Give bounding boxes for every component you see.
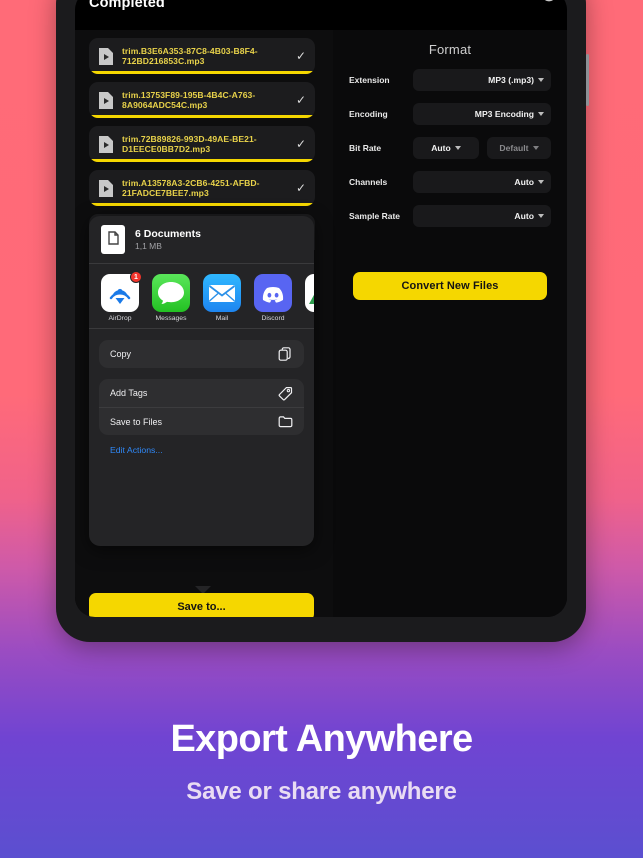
copy-icon bbox=[278, 346, 293, 362]
file-play-icon bbox=[98, 47, 114, 66]
messages-icon bbox=[152, 274, 190, 312]
share-target-label: Messages bbox=[155, 315, 187, 322]
format-label: Bit Rate bbox=[349, 143, 382, 153]
list-item[interactable]: trim.72B89826-993D-49AE-BE21-D1EECE0BB7D… bbox=[89, 126, 315, 162]
progress-bar bbox=[89, 159, 315, 162]
share-sheet-subtitle: 1,1 MB bbox=[135, 240, 162, 251]
file-name: trim.13753F89-195B-4B4C-A763-8A9064ADC54… bbox=[122, 89, 256, 111]
file-play-icon bbox=[98, 135, 114, 154]
progress-bar bbox=[89, 203, 315, 206]
format-row-bitrate: Bit Rate Auto Default bbox=[349, 137, 551, 159]
bitrate-value: Auto bbox=[431, 143, 451, 153]
share-target-messages[interactable]: Messages bbox=[152, 274, 190, 322]
chevron-down-icon bbox=[454, 146, 461, 150]
check-icon: ✓ bbox=[295, 181, 306, 195]
page-title: Completed bbox=[89, 0, 165, 11]
action-save-to-files[interactable]: Save to Files bbox=[99, 407, 304, 435]
share-actions-primary: Copy bbox=[99, 340, 304, 368]
format-row-channels: Channels Auto bbox=[349, 171, 551, 193]
discord-icon bbox=[254, 274, 292, 312]
list-item[interactable]: trim.B3E6A353-87C8-4B03-B8F4-712BD216853… bbox=[89, 38, 315, 74]
chevron-down-icon bbox=[538, 78, 544, 82]
play-circle-icon[interactable] bbox=[541, 0, 557, 2]
whatsapp-icon bbox=[305, 274, 314, 312]
action-label: Copy bbox=[110, 349, 132, 359]
file-name: trim.B3E6A353-87C8-4B03-B8F4-712BD216853… bbox=[122, 45, 258, 67]
format-row-samplerate: Sample Rate Auto bbox=[349, 205, 551, 227]
action-label: Add Tags bbox=[110, 388, 148, 398]
encoding-value: MP3 Encoding bbox=[474, 109, 534, 119]
mail-icon bbox=[203, 274, 241, 312]
share-sheet-header: 6 Documents 1,1 MB bbox=[89, 216, 314, 264]
share-app-row[interactable]: 1 AirDrop Messages Mail Discord bbox=[89, 264, 314, 329]
folder-icon bbox=[278, 414, 293, 429]
check-icon: ✓ bbox=[295, 93, 306, 107]
share-target-discord[interactable]: Discord bbox=[254, 274, 292, 322]
bitrate-quality-value: Default bbox=[499, 143, 529, 153]
extension-value: MP3 (.mp3) bbox=[488, 75, 534, 85]
navigation-bar: MP3 Converter Completed bbox=[75, 0, 567, 30]
samplerate-dropdown[interactable]: Auto bbox=[413, 205, 551, 227]
format-label: Channels bbox=[349, 177, 388, 187]
progress-bar bbox=[89, 115, 315, 118]
format-label: Sample Rate bbox=[349, 211, 401, 221]
chevron-down-icon bbox=[538, 214, 544, 218]
share-target-label: AirDrop bbox=[108, 315, 132, 322]
format-label: Encoding bbox=[349, 109, 388, 119]
file-play-icon bbox=[98, 179, 114, 198]
channels-dropdown[interactable]: Auto bbox=[413, 171, 551, 193]
chevron-down-icon bbox=[532, 146, 539, 150]
encoding-dropdown[interactable]: MP3 Encoding bbox=[413, 103, 551, 125]
bitrate-mode-dropdown[interactable]: Auto bbox=[413, 137, 479, 159]
share-target-whatsapp[interactable] bbox=[305, 274, 314, 322]
check-icon: ✓ bbox=[295, 137, 306, 151]
check-icon: ✓ bbox=[295, 49, 306, 63]
save-to-button[interactable]: Save to... bbox=[89, 593, 314, 617]
tablet-device-frame: MP3 Converter Completed bbox=[56, 0, 589, 642]
convert-new-files-button[interactable]: Convert New Files bbox=[353, 272, 547, 300]
share-target-label: Discord bbox=[261, 315, 285, 322]
list-item[interactable]: trim.13753F89-195B-4B4C-A763-8A9064ADC54… bbox=[89, 82, 315, 118]
chevron-down-icon bbox=[538, 112, 544, 116]
document-icon bbox=[101, 225, 125, 254]
list-item[interactable]: trim.A13578A3-2CB6-4251-AFBD-21FADCE7BEE… bbox=[89, 170, 315, 206]
samplerate-value: Auto bbox=[514, 211, 534, 221]
progress-bar bbox=[89, 71, 315, 74]
chevron-down-icon bbox=[538, 180, 544, 184]
file-play-icon bbox=[98, 91, 114, 110]
format-label: Extension bbox=[349, 75, 390, 85]
action-add-tags[interactable]: Add Tags bbox=[99, 379, 304, 407]
share-sheet-title: 6 Documents bbox=[135, 227, 201, 240]
file-name: trim.A13578A3-2CB6-4251-AFBD-21FADCE7BEE… bbox=[122, 177, 260, 199]
format-title: Format bbox=[428, 42, 472, 57]
share-target-airdrop[interactable]: 1 AirDrop bbox=[101, 271, 142, 322]
format-row-encoding: Encoding MP3 Encoding bbox=[349, 103, 551, 125]
edit-actions-link[interactable]: Edit Actions... bbox=[110, 445, 314, 455]
share-actions-secondary: Add Tags Save to Files bbox=[99, 379, 304, 435]
marketing-subheadline: Save or share anywhere bbox=[186, 778, 457, 805]
format-pane: Format Extension MP3 (.mp3) Encoding MP3… bbox=[333, 30, 567, 617]
tag-icon bbox=[278, 386, 293, 401]
bitrate-quality-dropdown[interactable]: Default bbox=[487, 137, 551, 159]
file-name: trim.72B89826-993D-49AE-BE21-D1EECE0BB7D… bbox=[122, 133, 257, 155]
share-sheet: 6 Documents 1,1 MB 1 AirDrop Messages Ma… bbox=[89, 216, 314, 546]
channels-value: Auto bbox=[514, 177, 534, 187]
share-target-mail[interactable]: Mail bbox=[203, 274, 241, 322]
airdrop-badge: 1 bbox=[130, 271, 142, 283]
marketing-headline: Export Anywhere bbox=[170, 718, 473, 760]
device-screen: MP3 Converter Completed bbox=[75, 0, 567, 617]
format-row-extension: Extension MP3 (.mp3) bbox=[349, 69, 551, 91]
action-label: Save to Files bbox=[110, 416, 163, 427]
share-target-label: Mail bbox=[215, 315, 229, 322]
app-content: trim.B3E6A353-87C8-4B03-B8F4-712BD216853… bbox=[75, 30, 567, 617]
extension-dropdown[interactable]: MP3 (.mp3) bbox=[413, 69, 551, 91]
action-copy[interactable]: Copy bbox=[99, 340, 304, 368]
